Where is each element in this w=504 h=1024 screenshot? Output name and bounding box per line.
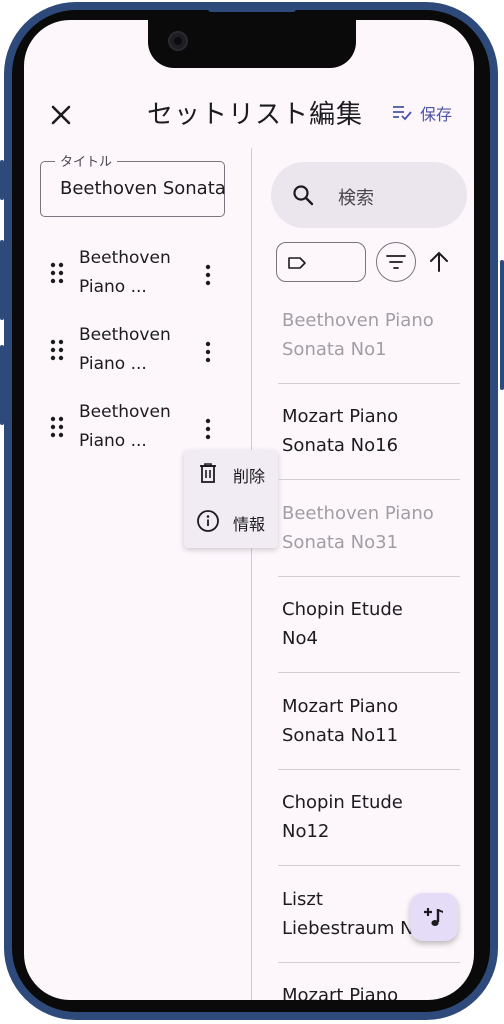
side-button <box>500 260 504 390</box>
song-row[interactable]: Mozart Piano <box>278 963 460 1000</box>
pane-divider <box>251 148 252 1000</box>
title-field-value[interactable]: Beethoven Sonata <box>60 178 225 199</box>
drag-handle-icon[interactable] <box>50 416 66 440</box>
menu-item-delete-label: 削除 <box>233 467 266 486</box>
setlist-item-label: Beethoven Piano ... <box>79 325 171 374</box>
more-button[interactable] <box>196 337 220 367</box>
song-row[interactable]: Mozart Piano Sonata No11 <box>278 674 460 770</box>
speaker <box>208 6 296 12</box>
song-title: Mozart Piano Sonata No11 <box>282 696 399 746</box>
title-field-label: タイトル <box>55 151 118 170</box>
setlist-item[interactable]: Beethoven Piano ... <box>40 242 240 308</box>
setlist-item[interactable]: Beethoven Piano ... <box>40 319 240 385</box>
song-row[interactable]: Chopin Etude No12 <box>278 770 460 866</box>
setlist-title-field[interactable]: タイトル Beethoven Sonata <box>40 151 225 217</box>
menu-item-info-label: 情報 <box>233 515 266 534</box>
save-label: 保存 <box>420 105 453 124</box>
song-row[interactable]: Mozart Piano Sonata No16 <box>278 384 460 480</box>
more-vert-icon <box>205 418 211 440</box>
search-input[interactable]: 検索 <box>338 184 374 210</box>
row-divider <box>278 479 460 480</box>
setlist-item-label: Beethoven Piano ... <box>79 402 171 451</box>
drag-handle-icon[interactable] <box>50 262 66 286</box>
song-row[interactable]: Beethoven Piano Sonata No31 <box>278 481 460 577</box>
row-divider <box>278 865 460 866</box>
row-divider <box>278 672 460 673</box>
song-row[interactable]: Beethoven Piano Sonata No1 <box>278 288 460 384</box>
app-screen: セットリスト編集 保存 タイトル Beethoven Sonata Beetho… <box>24 20 474 1000</box>
song-title: Chopin Etude No12 <box>282 792 403 842</box>
song-title: Beethoven Piano Sonata No1 <box>282 310 434 360</box>
tag-filter-button[interactable] <box>276 242 366 282</box>
camera <box>168 31 188 51</box>
menu-item-delete[interactable]: 削除 <box>184 450 278 496</box>
playlist-check-icon <box>393 106 412 121</box>
more-button[interactable] <box>196 260 220 290</box>
music-note-add-icon <box>424 908 443 926</box>
menu-item-info[interactable]: 情報 <box>184 498 278 544</box>
arrow-up-icon <box>430 251 448 272</box>
song-title: Beethoven Piano Sonata No31 <box>282 503 434 553</box>
add-song-fab[interactable] <box>410 893 458 941</box>
setlist-item-label: Beethoven Piano ... <box>79 248 171 297</box>
search-icon <box>293 185 314 206</box>
side-button <box>0 240 4 320</box>
sort-icon <box>386 255 406 269</box>
more-button[interactable] <box>196 414 220 444</box>
song-row[interactable]: Chopin Etude No4 <box>278 577 460 673</box>
close-button[interactable] <box>44 98 78 132</box>
sort-direction-button[interactable] <box>426 249 452 275</box>
page-title: セットリスト編集 <box>147 100 364 130</box>
more-vert-icon <box>205 264 211 286</box>
info-icon <box>197 510 219 532</box>
context-menu: 削除 情報 <box>184 450 278 548</box>
trash-icon <box>200 463 216 483</box>
more-vert-icon <box>205 341 211 363</box>
label-icon <box>288 257 306 269</box>
sort-button[interactable] <box>376 242 416 282</box>
search-bar[interactable]: 検索 <box>271 162 467 228</box>
song-title: Chopin Etude No4 <box>282 599 403 649</box>
side-button <box>0 345 4 425</box>
drag-handle-icon[interactable] <box>50 339 66 363</box>
side-button <box>0 160 4 200</box>
song-title: Mozart Piano <box>282 985 399 1000</box>
close-icon <box>51 105 71 125</box>
save-button[interactable]: 保存 <box>392 100 452 126</box>
song-title: Mozart Piano Sonata No16 <box>282 406 399 456</box>
